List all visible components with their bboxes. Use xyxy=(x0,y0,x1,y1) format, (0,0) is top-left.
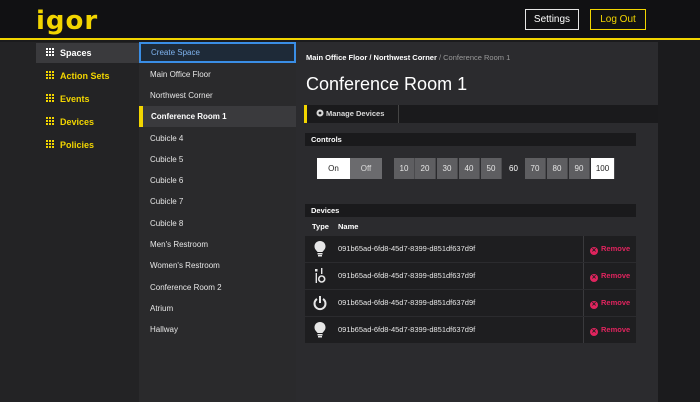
sidebar-nav: Spaces Action Sets Events Devices Polici… xyxy=(0,42,139,402)
list-item[interactable]: Conference Room 2 xyxy=(139,277,296,298)
sidebar-item-label: Action Sets xyxy=(60,71,110,81)
sidebar-item-spaces[interactable]: Spaces xyxy=(36,43,139,63)
remove-button[interactable]: ✕ Remove xyxy=(590,271,630,282)
igor-logo[interactable]: igor xyxy=(36,6,98,36)
device-name: 091b65ad-6fd8-45d7-8399-d851df637d9f xyxy=(338,271,476,280)
grid-icon xyxy=(46,71,55,80)
level-button[interactable]: 20 xyxy=(415,158,436,179)
sidebar-item-action-sets[interactable]: Action Sets xyxy=(36,66,136,86)
level-button[interactable]: 40 xyxy=(459,158,480,179)
controls-heading: Controls xyxy=(305,133,636,146)
list-item[interactable]: Hallway xyxy=(139,319,296,340)
list-item[interactable]: Cubicle 5 xyxy=(139,149,296,170)
remove-cell: ✕ Remove xyxy=(583,290,636,316)
table-row: 091b65ad-6fd8-45d7-8399-d851df637d9f ✕ Re… xyxy=(305,290,636,316)
remove-cell: ✕ Remove xyxy=(583,317,636,343)
remove-label: Remove xyxy=(601,271,631,280)
settings-button[interactable]: Settings xyxy=(525,9,579,30)
list-item[interactable]: Cubicle 4 xyxy=(139,128,296,149)
grid-icon xyxy=(46,48,55,57)
grid-icon xyxy=(46,117,55,126)
list-item[interactable]: Cubicle 7 xyxy=(139,191,296,212)
power-icon xyxy=(313,296,327,311)
column-header-type: Type xyxy=(312,222,329,231)
remove-icon: ✕ xyxy=(590,247,598,255)
tab-label: Manage Devices xyxy=(326,109,385,118)
list-item[interactable]: Cubicle 8 xyxy=(139,213,296,234)
remove-icon: ✕ xyxy=(590,274,598,282)
settings-circle-icon xyxy=(316,109,324,117)
sidebar-item-label: Policies xyxy=(60,140,95,150)
level-button-selected[interactable]: 100 xyxy=(591,158,615,179)
lightbulb-icon xyxy=(314,241,326,257)
sidebar-item-policies[interactable]: Policies xyxy=(36,135,136,155)
device-name: 091b65ad-6fd8-45d7-8399-d851df637d9f xyxy=(338,298,476,307)
sidebar-item-events[interactable]: Events xyxy=(36,89,136,109)
device-name: 091b65ad-6fd8-45d7-8399-d851df637d9f xyxy=(338,325,476,334)
level-button[interactable]: 50 xyxy=(481,158,502,179)
lightbulb-icon xyxy=(314,322,326,338)
grid-icon xyxy=(46,140,55,149)
main-panel: Main Office Floor / Northwest Corner / C… xyxy=(296,42,666,402)
sidebar-item-devices[interactable]: Devices xyxy=(36,112,136,132)
remove-label: Remove xyxy=(601,298,631,307)
level-button[interactable]: 70 xyxy=(525,158,546,179)
background-pattern xyxy=(658,42,700,402)
create-space-button[interactable]: Create Space xyxy=(139,42,296,63)
level-button[interactable]: 80 xyxy=(547,158,568,179)
page-title: Conference Room 1 xyxy=(306,74,468,94)
device-name: 091b65ad-6fd8-45d7-8399-d851df637d9f xyxy=(338,244,476,253)
remove-cell: ✕ Remove xyxy=(583,236,636,262)
list-item[interactable]: Northwest Corner xyxy=(139,85,296,106)
breadcrumb-link[interactable]: Northwest Corner xyxy=(374,53,437,62)
remove-button[interactable]: ✕ Remove xyxy=(590,298,630,309)
level-button[interactable]: 10 xyxy=(394,158,415,179)
level-button[interactable]: 60 xyxy=(503,158,524,179)
grid-icon xyxy=(46,94,55,103)
tab-manage-devices[interactable]: Manage Devices xyxy=(307,105,399,123)
sidebar-item-label: Devices xyxy=(60,117,95,127)
column-header-name: Name xyxy=(338,222,359,231)
level-button[interactable]: 90 xyxy=(569,158,590,179)
list-item[interactable]: Main Office Floor xyxy=(139,64,296,85)
breadcrumb: Main Office Floor / Northwest Corner / C… xyxy=(306,53,510,62)
logout-button[interactable]: Log Out xyxy=(590,9,646,30)
list-item[interactable]: Women's Restroom xyxy=(139,255,296,276)
off-button[interactable]: Off xyxy=(350,158,382,179)
remove-button[interactable]: ✕ Remove xyxy=(590,325,630,336)
top-bar: igor Settings Log Out xyxy=(0,0,700,40)
on-button[interactable]: On xyxy=(317,158,350,179)
breadcrumb-link[interactable]: Main Office Floor xyxy=(306,53,367,62)
remove-icon: ✕ xyxy=(590,301,598,309)
sidebar-item-label: Events xyxy=(60,94,90,104)
remove-icon: ✕ xyxy=(590,328,598,336)
table-row: 091b65ad-6fd8-45d7-8399-d851df637d9f ✕ Re… xyxy=(305,263,636,289)
tab-bar: Manage Devices xyxy=(304,105,666,123)
remove-label: Remove xyxy=(601,244,631,253)
devices-heading: Devices xyxy=(305,204,636,217)
list-item[interactable]: Men's Restroom xyxy=(139,234,296,255)
remove-label: Remove xyxy=(601,325,631,334)
spaces-list: Create Space Main Office Floor Northwest… xyxy=(139,42,296,402)
list-item-selected[interactable]: Conference Room 1 xyxy=(139,106,296,127)
sidebar-item-label: Spaces xyxy=(60,48,92,58)
breadcrumb-current: Conference Room 1 xyxy=(443,53,511,62)
list-item[interactable]: Cubicle 6 xyxy=(139,170,296,191)
level-button[interactable]: 30 xyxy=(437,158,458,179)
sensor-icon xyxy=(315,268,326,283)
remove-cell: ✕ Remove xyxy=(583,263,636,289)
table-row: 091b65ad-6fd8-45d7-8399-d851df637d9f ✕ Re… xyxy=(305,317,636,343)
table-row: 091b65ad-6fd8-45d7-8399-d851df637d9f ✕ Re… xyxy=(305,236,636,262)
remove-button[interactable]: ✕ Remove xyxy=(590,244,630,255)
list-item[interactable]: Atrium xyxy=(139,298,296,319)
